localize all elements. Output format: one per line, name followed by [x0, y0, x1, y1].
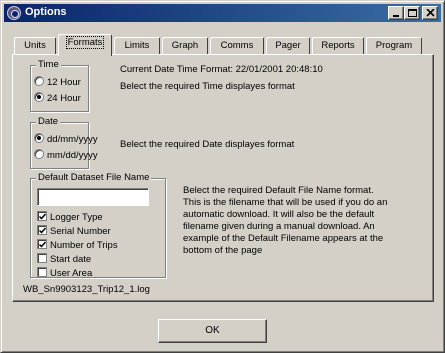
check-icon	[39, 241, 46, 248]
radio-indicator[interactable]	[34, 76, 44, 86]
example-filename: WB_Sn9903123_Trip12_1.log	[23, 284, 150, 295]
maximize-icon	[408, 9, 417, 17]
close-icon	[426, 9, 435, 17]
checkbox-user-area[interactable]: User Area	[37, 267, 92, 279]
checkbox-indicator[interactable]	[37, 239, 47, 249]
current-date-time-format: Current Date Time Format: 22/01/2001 20:…	[120, 64, 323, 75]
date-legend: Date	[36, 116, 61, 127]
minimize-button[interactable]	[388, 6, 404, 20]
radio-indicator[interactable]	[34, 133, 44, 143]
tab-program[interactable]: Program	[366, 37, 422, 55]
minimize-icon	[393, 15, 399, 17]
checkbox-indicator[interactable]	[37, 211, 47, 221]
checkbox-indicator[interactable]	[37, 267, 47, 277]
radio-mm-dd-yyyy[interactable]: mm/dd/yyyy	[34, 149, 98, 161]
tab-bar: Units Formats Limits Graph Comms Pager R…	[12, 34, 432, 56]
tab-limits[interactable]: Limits	[114, 37, 160, 55]
checkbox-logger-type[interactable]: Logger Type	[37, 211, 103, 223]
filename-input[interactable]	[37, 188, 149, 206]
date-groupbox: Date dd/mm/yyyy mm/dd/yyyy	[30, 116, 98, 169]
time-groupbox: Time 12 Hour 24 Hour	[30, 59, 89, 112]
time-legend: Time	[36, 59, 61, 70]
tab-reports[interactable]: Reports	[312, 37, 364, 55]
window-title: Options	[25, 6, 67, 18]
title-bar[interactable]: Options	[4, 4, 441, 22]
formats-panel: Time 12 Hour 24 Hour Current Date Time F…	[12, 54, 434, 302]
radio-indicator[interactable]	[34, 92, 44, 102]
tab-pager[interactable]: Pager	[266, 37, 310, 55]
check-icon	[39, 227, 46, 234]
radio-dd-mm-yyyy[interactable]: dd/mm/yyyy	[34, 133, 98, 145]
radio-24-hour[interactable]: 24 Hour	[34, 92, 81, 104]
ok-button[interactable]: OK	[158, 319, 267, 343]
checkbox-serial-number[interactable]: Serial Number	[37, 225, 111, 237]
check-icon	[39, 213, 46, 220]
radio-indicator[interactable]	[34, 149, 44, 159]
date-format-description: Belect the required Date displayes forma…	[120, 139, 295, 150]
options-dialog: Options Units Formats Limits Graph Comms…	[0, 0, 445, 353]
checkbox-indicator[interactable]	[37, 253, 47, 263]
maximize-button[interactable]	[404, 6, 420, 20]
checkbox-indicator[interactable]	[37, 225, 47, 235]
radio-12-hour[interactable]: 12 Hour	[34, 76, 81, 88]
app-icon	[7, 6, 21, 20]
dataset-filename-groupbox: Default Dataset File Name Logger Type Se…	[30, 172, 166, 279]
tab-comms[interactable]: Comms	[210, 37, 264, 55]
checkbox-number-of-trips[interactable]: Number of Trips	[37, 239, 118, 251]
close-button[interactable]	[422, 6, 438, 20]
checkbox-start-date[interactable]: Start date	[37, 253, 91, 265]
time-format-description: Belect the required Time displayes forma…	[120, 81, 295, 92]
dataset-legend: Default Dataset File Name	[36, 172, 152, 183]
tab-formats[interactable]: Formats	[58, 34, 112, 56]
tab-units[interactable]: Units	[14, 37, 56, 55]
filename-format-description: Belect the required Default File Name fo…	[183, 185, 388, 256]
tab-graph[interactable]: Graph	[162, 37, 208, 55]
